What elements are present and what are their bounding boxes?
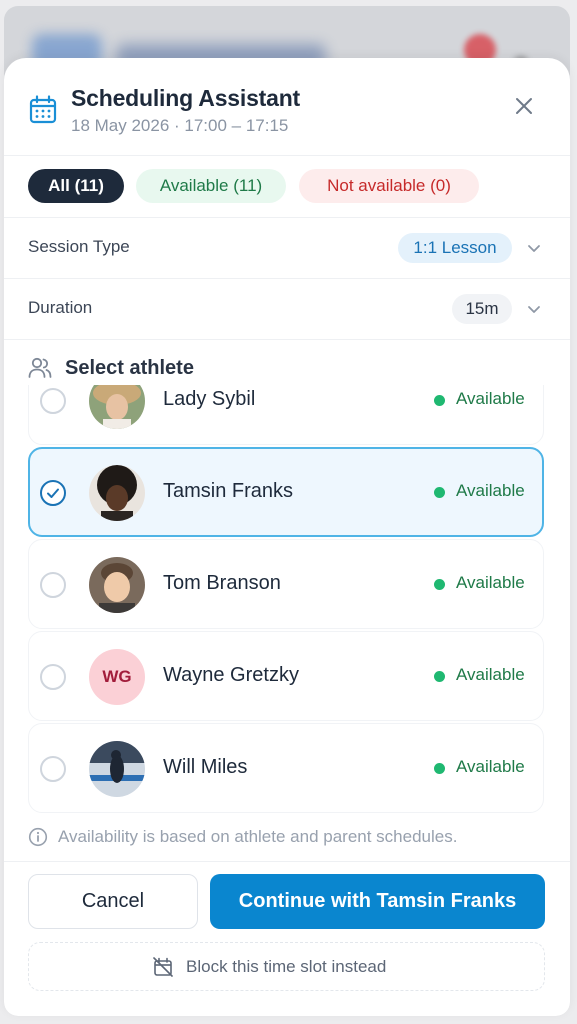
continue-button[interactable]: Continue with Tamsin Franks	[210, 874, 545, 929]
athlete-name: Will Miles	[163, 756, 248, 778]
status-dot	[434, 487, 445, 498]
athlete-row-lady-sybil[interactable]: Lady Sybil Available	[28, 385, 544, 445]
status-dot	[434, 395, 445, 406]
session-type-value[interactable]: 1:1 Lesson	[398, 233, 512, 263]
modal-footer: Cancel Continue with Tamsin Franks Block…	[4, 861, 570, 1016]
athlete-radio-checked[interactable]	[40, 480, 66, 506]
status-dot	[434, 579, 445, 590]
check-icon	[47, 488, 59, 498]
session-type-row[interactable]: Session Type 1:1 Lesson	[4, 218, 570, 279]
chevron-down-icon[interactable]	[526, 240, 542, 256]
modal-header: Scheduling Assistant 18 May 2026 · 17:00…	[4, 58, 570, 156]
athlete-row-tamsin-franks[interactable]: Tamsin Franks Available	[28, 447, 544, 537]
cancel-button[interactable]: Cancel	[28, 874, 198, 929]
athlete-row-wayne-gretzky[interactable]: WG Wayne Gretzky Available	[28, 631, 544, 721]
filter-all-chip[interactable]: All (11)	[28, 169, 124, 203]
athlete-radio[interactable]	[40, 756, 66, 782]
scheduling-modal: Scheduling Assistant 18 May 2026 · 17:00…	[4, 58, 570, 1016]
status-dot	[434, 671, 445, 682]
block-time-slot-label: Block this time slot instead	[186, 957, 387, 976]
athlete-radio[interactable]	[40, 572, 66, 598]
athlete-name: Tamsin Franks	[163, 480, 294, 502]
athlete-list[interactable]: Lady Sybil Available Tamsin Franks Avail…	[4, 385, 570, 815]
avatar	[89, 465, 145, 521]
status-text: Available	[456, 573, 525, 592]
avatar-initials: WG	[89, 649, 145, 705]
avatar	[89, 741, 145, 797]
athlete-name: Tom Branson	[163, 572, 281, 594]
info-text: Availability is based on athlete and par…	[58, 827, 458, 846]
athlete-name: Wayne Gretzky	[163, 664, 299, 686]
status-text: Available	[456, 757, 525, 776]
info-icon	[28, 827, 48, 847]
status-text: Available	[456, 481, 525, 500]
athlete-row-tom-branson[interactable]: Tom Branson Available	[28, 539, 544, 629]
filter-available-chip[interactable]: Available (11)	[136, 169, 286, 203]
calendar-icon	[29, 95, 57, 124]
filter-not-available-chip[interactable]: Not available (0)	[299, 169, 479, 203]
select-athlete-label: Select athlete	[65, 357, 194, 379]
close-icon[interactable]	[510, 92, 538, 120]
modal-subtitle: 18 May 2026 · 17:00 – 17:15	[71, 116, 289, 135]
duration-row[interactable]: Duration 15m	[4, 279, 570, 340]
calendar-off-icon	[153, 957, 173, 977]
duration-value[interactable]: 15m	[452, 294, 512, 324]
avatar	[89, 385, 145, 429]
availability-filters: All (11) Available (11) Not available (0…	[4, 156, 570, 218]
chevron-down-icon[interactable]	[526, 301, 542, 317]
block-time-slot-button[interactable]: Block this time slot instead	[28, 942, 545, 991]
athlete-radio[interactable]	[40, 664, 66, 690]
athlete-row-will-miles[interactable]: Will Miles Available	[28, 723, 544, 813]
status-dot	[434, 763, 445, 774]
status-text: Available	[456, 665, 525, 684]
modal-title: Scheduling Assistant	[71, 85, 301, 111]
athlete-name: Lady Sybil	[163, 388, 256, 410]
session-type-label: Session Type	[28, 237, 130, 256]
duration-label: Duration	[28, 298, 93, 317]
avatar	[89, 557, 145, 613]
athlete-radio[interactable]	[40, 388, 66, 414]
users-icon	[28, 357, 52, 378]
status-text: Available	[456, 389, 525, 408]
